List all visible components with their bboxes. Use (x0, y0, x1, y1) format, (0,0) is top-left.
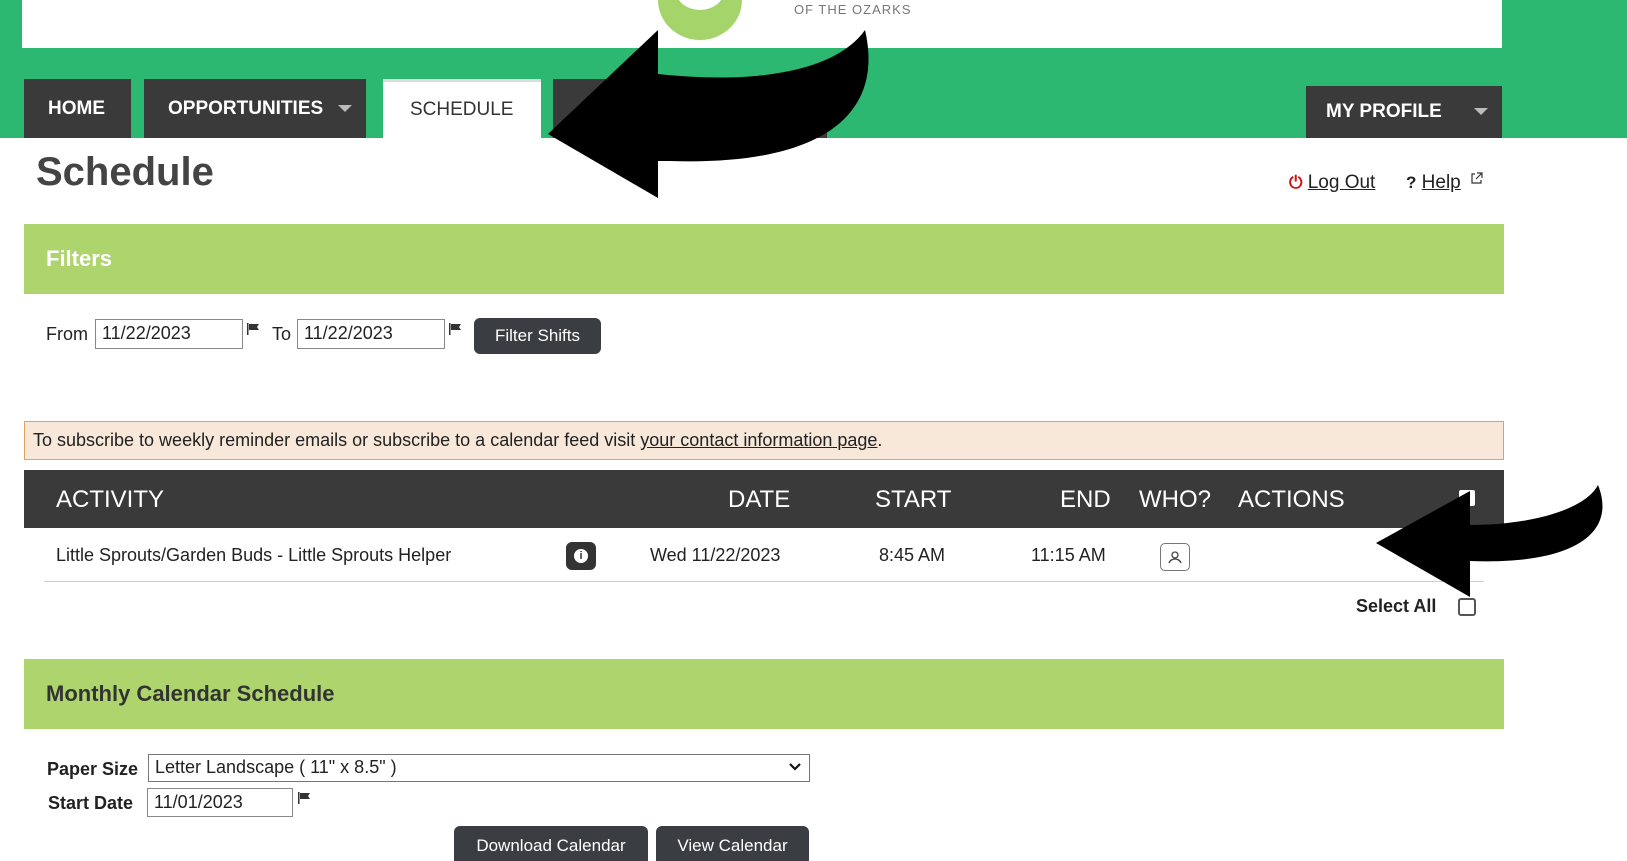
help-link[interactable]: ? Help (1406, 172, 1483, 194)
from-date-input[interactable]: 11/22/2023 (95, 319, 243, 349)
calendar-flag-icon[interactable] (449, 323, 463, 335)
info-icon[interactable]: i (566, 542, 596, 570)
question-icon: ? (1406, 173, 1417, 192)
page: OF THE OZARKS HOME OPPORTUNITIES SCHEDUL… (0, 0, 1627, 861)
annotation-arrow-icon (1376, 485, 1603, 597)
to-label: To (272, 324, 292, 344)
chevron-down-icon (1474, 108, 1488, 115)
logo-text: OF THE OZARKS (794, 2, 912, 17)
col-actions: ACTIONS (1238, 486, 1345, 513)
col-who: WHO? (1139, 486, 1211, 513)
row-activity: Little Sprouts/Garden Buds - Little Spro… (56, 545, 452, 565)
page-title: Schedule (36, 150, 214, 194)
row-date: Wed 11/22/2023 (650, 545, 781, 565)
notice-tail: . (877, 430, 883, 450)
paper-size-select[interactable]: Letter Landscape ( 11" x 8.5" ) (148, 754, 810, 782)
row-end: 11:15 AM (1031, 545, 1106, 565)
help-label: Help (1421, 172, 1461, 193)
monthly-calendar-title: Monthly Calendar Schedule (46, 681, 335, 706)
nav-my-profile[interactable]: MY PROFILE (1306, 86, 1502, 138)
row-start: 8:45 AM (879, 545, 946, 565)
nav-opportunities[interactable]: OPPORTUNITIES (144, 79, 366, 138)
person-icon[interactable] (1160, 543, 1190, 571)
chevron-down-icon (338, 105, 352, 112)
subscribe-notice: To subscribe to weekly reminder emails o… (24, 421, 1504, 460)
calendar-flag-icon[interactable] (298, 792, 312, 804)
logout-link[interactable]: ⏻ Log Out (1289, 172, 1375, 194)
nav-home[interactable]: HOME (24, 79, 131, 138)
to-date-input[interactable]: 11/22/2023 (297, 319, 445, 349)
filters-title: Filters (46, 246, 113, 271)
col-activity: ACTIVITY (56, 486, 165, 513)
col-end: END (1060, 486, 1111, 513)
col-date: DATE (728, 486, 791, 513)
start-date-label: Start Date (48, 793, 134, 813)
schedule-table-header: ACTIVITY DATE START END WHO? ACTIONS (24, 470, 1504, 528)
download-calendar-button[interactable]: Download Calendar (454, 826, 648, 861)
paper-size-label: Paper Size (47, 759, 139, 779)
external-link-icon (1471, 172, 1483, 184)
filter-shifts-button[interactable]: Filter Shifts (474, 318, 601, 354)
view-calendar-button[interactable]: View Calendar (656, 826, 809, 861)
chevron-down-icon (789, 763, 801, 771)
annotation-arrow-icon (548, 30, 869, 198)
filters-header: Filters (24, 224, 1504, 294)
nav-opportunities-label: OPPORTUNITIES (168, 97, 324, 119)
calendar-flag-icon[interactable] (247, 323, 261, 335)
notice-text: To subscribe to weekly reminder emails o… (33, 430, 641, 450)
col-start: START (875, 486, 952, 513)
nav-schedule-label: SCHEDULE (410, 99, 514, 120)
power-icon: ⏻ (1289, 173, 1303, 192)
logout-label: Log Out (1307, 172, 1376, 193)
nav-schedule[interactable]: SCHEDULE (383, 79, 541, 138)
nav-my-profile-label: MY PROFILE (1326, 101, 1442, 122)
contact-info-link[interactable]: your contact information page (640, 430, 877, 450)
monthly-calendar-header: Monthly Calendar Schedule (24, 659, 1504, 729)
row-divider (44, 581, 1484, 582)
start-date-input[interactable]: 11/01/2023 (147, 788, 293, 817)
from-label: From (46, 324, 88, 344)
nav-home-label: HOME (48, 97, 105, 119)
paper-size-value: Letter Landscape ( 11" x 8.5" ) (155, 757, 397, 777)
